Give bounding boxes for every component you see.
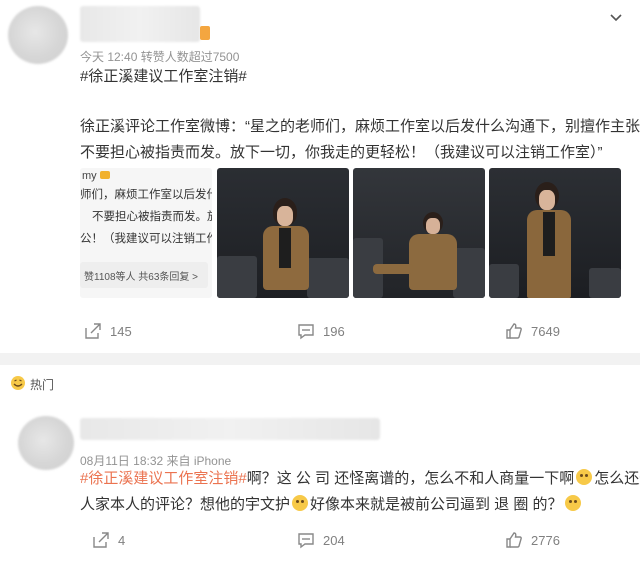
post-avatar[interactable] (8, 6, 68, 64)
post-text-line-2: 不要担心被指责而发。放下一切，你我走的更轻松！（我建议可以注销工作室）” (80, 144, 603, 161)
comment-avatar[interactable] (18, 416, 74, 470)
comment-share-button[interactable]: 4 (92, 531, 125, 549)
share-icon (84, 322, 102, 340)
sad-emoji-icon (292, 495, 309, 511)
comment-text-d: 好像本来就是被前公司逼到 退 圈 的？ (310, 496, 563, 513)
comment-like-button[interactable]: 2776 (505, 531, 560, 549)
comment-icon (297, 322, 315, 340)
screenshot-line-3: 公！（我建议可以注销工作 (80, 233, 212, 245)
screenshot-footer-text: 赞1108等人 共63条回复 > (84, 272, 199, 283)
comment-icon (297, 531, 315, 549)
screenshot-line-2: 不要担心被指责而发。放 (92, 211, 212, 223)
comment-text-line-1: #徐正溪建议工作室注销#啊？这 公 司 还怪离谱的，怎么不和人商量一下啊 怎么还删 (80, 466, 640, 492)
sweat-emoji-icon (576, 469, 593, 485)
vip-badge (200, 26, 210, 40)
screenshot-name: my (82, 170, 97, 182)
share-icon (92, 531, 110, 549)
thumbs-up-icon (505, 531, 523, 549)
comment-text-c: 人家本人的评论？想他的宇文护 (80, 496, 291, 513)
comment-like-count: 2776 (531, 532, 560, 548)
comment-author-name[interactable] (80, 418, 380, 440)
post-image-photo-1[interactable] (217, 168, 349, 298)
post-image-photo-3[interactable] (489, 168, 621, 298)
comment-topic-link[interactable]: #徐正溪建议工作室注销# (80, 470, 247, 487)
comment-button[interactable]: 196 (297, 322, 345, 340)
like-button[interactable]: 7649 (505, 322, 560, 340)
comment-reply-button[interactable]: 204 (297, 531, 345, 549)
share-count: 145 (110, 323, 132, 339)
post-image-screenshot[interactable]: my 师们，麻烦工作室以后发什 不要担心被指责而发。放 公！（我建议可以注销工作… (80, 168, 212, 298)
hot-emoji-icon (10, 375, 26, 391)
comment-count: 196 (323, 323, 345, 339)
comment-share-count: 4 (118, 532, 126, 548)
thumbs-up-icon (505, 322, 523, 340)
section-label: 热门 (30, 378, 55, 392)
like-count: 7649 (531, 323, 560, 339)
crown-icon (100, 171, 110, 179)
shocked-emoji-icon (564, 495, 581, 511)
screenshot-line-1: 师们，麻烦工作室以后发什 (80, 189, 212, 201)
post-topic-link[interactable]: #徐正溪建议工作室注销# (80, 64, 247, 90)
chevron-down-icon[interactable] (608, 10, 624, 26)
section-divider (0, 353, 640, 365)
post-text-line-1: 徐正溪评论工作室微博：“星之的老师们，麻烦工作室以后发什么沟通下，别擅作主张， (80, 118, 640, 135)
post-author-name[interactable] (80, 6, 200, 42)
post-image-photo-2[interactable] (353, 168, 485, 298)
comment-text-b: 怎么还删 (594, 470, 640, 487)
share-button[interactable]: 145 (84, 322, 132, 340)
comment-reply-count: 204 (323, 532, 345, 548)
post-meta: 今天 12:40 转赞人数超过7500 (80, 50, 240, 64)
comment-text-line-2: 人家本人的评论？想他的宇文护 好像本来就是被前公司逼到 退 圈 的？ (80, 492, 583, 518)
comment-text-a: 啊？这 公 司 还怪离谱的，怎么不和人商量一下啊 (246, 470, 575, 487)
